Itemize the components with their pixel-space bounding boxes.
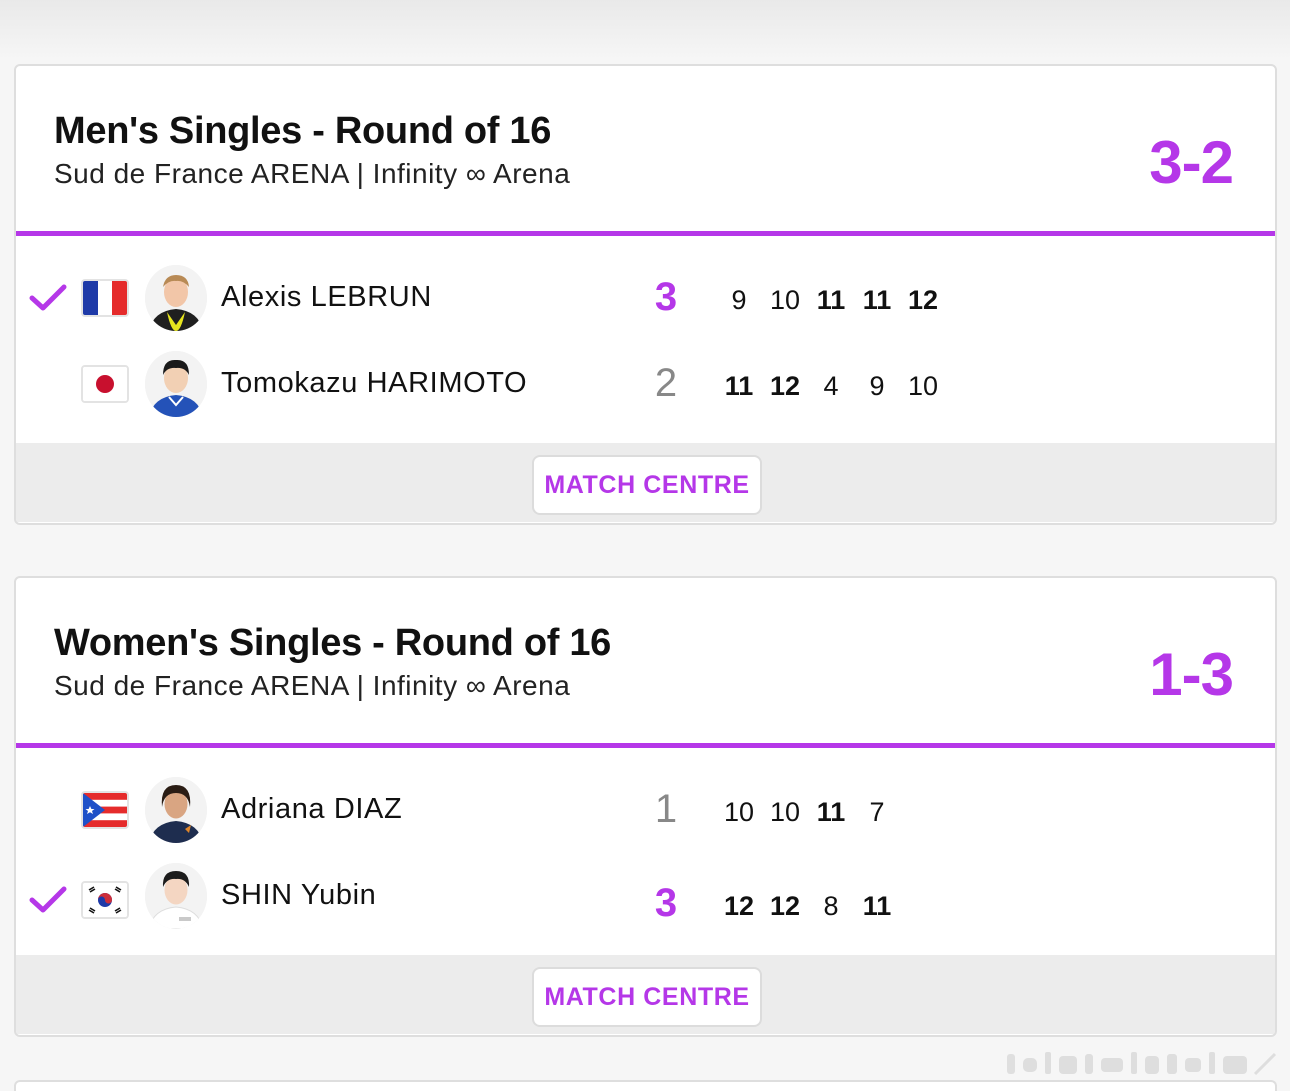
player-name[interactable]: Tomokazu HARIMOTO — [221, 367, 527, 400]
game-score: 11 — [862, 285, 892, 315]
player-avatar[interactable] — [145, 351, 207, 417]
winner-check-icon — [29, 284, 67, 311]
game-score: 11 — [816, 797, 846, 827]
match-footer: MATCH CENTRE — [16, 443, 1275, 522]
match-venue: Sud de France ARENA | Infinity ∞ Arena — [54, 158, 571, 189]
player-avatar[interactable] — [145, 863, 207, 929]
game-score: 12 — [769, 891, 801, 921]
match-title: Women's Singles - Round of 16 — [54, 622, 612, 664]
korea-flag-icon — [81, 881, 129, 919]
next-card-edge — [14, 1080, 1277, 1091]
sets-won: 3 — [654, 881, 678, 925]
match-score: 3-2 — [1149, 129, 1234, 196]
player-row[interactable]: SHIN Yubin 3 12 12 8 11 — [16, 852, 1275, 942]
game-score: 11 — [724, 371, 754, 401]
france-flag-icon — [81, 279, 129, 317]
watermark-icon — [1007, 1052, 1277, 1076]
game-score: 12 — [723, 891, 755, 921]
match-centre-button[interactable]: MATCH CENTRE — [532, 967, 762, 1027]
match-header: Men's Singles - Round of 16 Sud de Franc… — [16, 66, 1275, 236]
match-card-womens-singles: Women's Singles - Round of 16 Sud de Fra… — [14, 576, 1277, 1037]
game-score: 7 — [869, 797, 885, 827]
game-score: 8 — [823, 891, 839, 921]
match-score: 1-3 — [1149, 641, 1234, 708]
sets-won: 2 — [654, 361, 678, 405]
player-row[interactable]: Tomokazu HARIMOTO 2 11 12 4 9 10 — [16, 340, 1275, 430]
game-score: 11 — [816, 285, 846, 315]
puerto-rico-flag-icon — [81, 791, 129, 829]
match-title: Men's Singles - Round of 16 — [54, 110, 552, 152]
game-score: 9 — [869, 371, 885, 401]
players-list: Alexis LEBRUN 3 9 10 11 11 12 Tomokazu H… — [16, 236, 1275, 443]
game-score: 11 — [862, 891, 892, 921]
game-score: 12 — [907, 285, 939, 315]
player-name[interactable]: Alexis LEBRUN — [221, 281, 432, 314]
game-score: 4 — [823, 371, 839, 401]
results-page: Men's Singles - Round of 16 Sud de Franc… — [0, 0, 1290, 1091]
player-name[interactable]: Adriana DIAZ — [221, 793, 402, 826]
player-row[interactable]: Adriana DIAZ 1 10 10 11 7 — [16, 766, 1275, 856]
japan-flag-icon — [81, 365, 129, 403]
player-name[interactable]: SHIN Yubin — [221, 879, 376, 912]
game-score: 9 — [731, 285, 747, 315]
players-list: Adriana DIAZ 1 10 10 11 7 SHIN Yubin 3 1… — [16, 748, 1275, 955]
player-avatar[interactable] — [145, 265, 207, 331]
game-score: 10 — [907, 371, 939, 401]
match-footer: MATCH CENTRE — [16, 955, 1275, 1034]
player-avatar[interactable] — [145, 777, 207, 843]
game-score: 10 — [723, 797, 755, 827]
match-header: Women's Singles - Round of 16 Sud de Fra… — [16, 578, 1275, 748]
match-card-mens-singles: Men's Singles - Round of 16 Sud de Franc… — [14, 64, 1277, 525]
winner-check-icon — [29, 886, 67, 913]
game-score: 10 — [769, 797, 801, 827]
match-venue: Sud de France ARENA | Infinity ∞ Arena — [54, 670, 571, 701]
sets-won: 3 — [654, 275, 678, 319]
game-score: 10 — [769, 285, 801, 315]
player-row[interactable]: Alexis LEBRUN 3 9 10 11 11 12 — [16, 254, 1275, 344]
game-score: 12 — [769, 371, 801, 401]
match-centre-button[interactable]: MATCH CENTRE — [532, 455, 762, 515]
sets-won: 1 — [654, 787, 678, 831]
